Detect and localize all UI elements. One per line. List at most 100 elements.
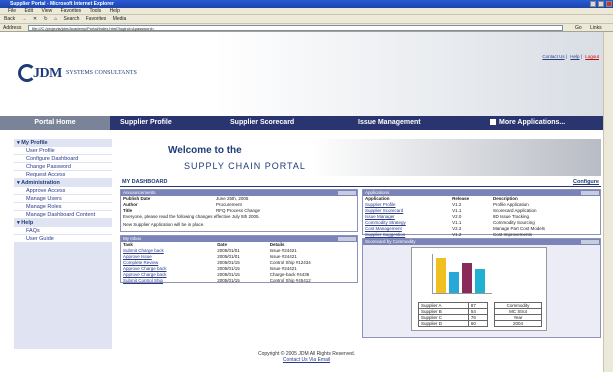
address-bar: Address file:///C:/projects/jdm/Academy/… [0, 24, 613, 32]
sidebar-item-manage-roles[interactable]: Manage Roles [14, 203, 112, 211]
bar-supplier-a [436, 258, 446, 293]
task-link[interactable]: Submit Control Ship [121, 278, 215, 284]
applications-table: Application Release Description Supplier P… [363, 196, 600, 238]
apps-icon [490, 119, 496, 126]
close-icon[interactable] [606, 1, 612, 7]
scrollbar[interactable] [603, 32, 613, 372]
menu-bar: File Edit View Favorites Tools Help [0, 8, 613, 15]
search-button[interactable]: Search [64, 16, 80, 22]
cell: 60 [467, 320, 489, 327]
sidebar-item-user-profile[interactable]: User Profile [14, 147, 112, 155]
go-button[interactable]: Go [575, 24, 582, 32]
table-row: 2004 [494, 320, 542, 327]
window-title-bar: Supplier Portal - Microsoft Internet Exp… [0, 0, 613, 8]
window-title: Supplier Portal - Microsoft Internet Exp… [10, 1, 114, 7]
chart-plot-area [432, 254, 492, 294]
address-input[interactable]: file:///C:/projects/jdm/Academy/Portal/i… [28, 25, 563, 31]
scorecard-legend: Supplier A 87 Supplier B 54 Supplier C 76 S… [418, 302, 489, 327]
welcome-line2: SUPPLY CHAIN PORTAL [184, 161, 306, 171]
media-button[interactable]: Media [113, 16, 127, 22]
sidebar-head-admin[interactable]: ▾ Administration [14, 179, 112, 187]
sidebar-item-change-password[interactable]: Change Password [14, 163, 112, 171]
divider [120, 186, 601, 187]
inbox-table: Task Date Details Submit Charge back 2005/0… [121, 242, 357, 284]
menu-edit[interactable]: Edit [24, 8, 33, 14]
panel-controls-icon[interactable] [338, 237, 356, 241]
logout-link[interactable]: Logout [585, 54, 599, 59]
menu-favorites[interactable]: Favorites [61, 8, 82, 14]
welcome-line1: Welcome to the [168, 145, 242, 156]
panel-title: Applications [365, 190, 390, 195]
dashboard-title: MY DASHBOARD [122, 179, 168, 185]
menu-tools[interactable]: Tools [89, 8, 101, 14]
menu-file[interactable]: File [8, 8, 16, 14]
applications-panel: Applications Application Release Descripti… [362, 189, 601, 238]
forward-icon[interactable]: → [22, 16, 27, 22]
panel-controls-icon[interactable] [581, 240, 599, 244]
browser-toolbar: Back → ✕ ↻ ⌂ Search Favorites Media [0, 15, 613, 24]
bar-supplier-c [462, 263, 472, 293]
cell: 2005/01/15 [217, 278, 240, 283]
scorecard-info: Commodity MC Strut Year 2004 [494, 302, 542, 327]
sidebar-head-label: Administration [21, 180, 60, 186]
tab-portal-home[interactable]: Portal Home [0, 116, 110, 130]
sidebar-head-profile[interactable]: ▾ My Profile [14, 139, 112, 147]
sidebar: ▾ My Profile User Profile Configure Dash… [14, 139, 112, 349]
panel-controls-icon[interactable] [338, 191, 356, 195]
announcement-text: New Supplier Application will be in plac… [123, 222, 205, 227]
sidebar-item-configure-dashboard[interactable]: Configure Dashboard [14, 155, 112, 163]
sidebar-head-help[interactable]: ▾ Help [14, 219, 112, 227]
sidebar-item-approve-access[interactable]: Approve Access [14, 187, 112, 195]
panel-controls-icon[interactable] [581, 191, 599, 195]
tab-more-applications[interactable]: More Applications... [490, 116, 565, 130]
panel-title: Scorecard by Commodity [365, 239, 416, 244]
panel-header: Announcements [121, 190, 357, 196]
sidebar-item-manage-users[interactable]: Manage Users [14, 195, 112, 203]
panel-header: Scorecard by Commodity [363, 239, 600, 245]
sidebar-item-user-guide[interactable]: User Guide [14, 235, 112, 243]
panel-header: My Inbox [121, 236, 357, 242]
sidebar-head-label: My Profile [21, 140, 48, 146]
scorecard-chart: Supplier A 87 Supplier B 54 Supplier C 76 S… [411, 247, 547, 331]
main-nav: Portal Home Supplier Profile Supplier Sc… [0, 116, 613, 130]
bar-supplier-d [475, 269, 485, 293]
maximize-icon[interactable] [598, 1, 604, 7]
scorecard-panel: Scorecard by Commodity Supplier A 87 Supp… [362, 238, 601, 338]
tab-supplier-scorecard[interactable]: Supplier Scorecard [230, 116, 294, 130]
company-logo: JDM SYSTEMS CONSULTANTS [18, 62, 148, 88]
stop-icon[interactable]: ✕ [33, 16, 37, 22]
tab-supplier-profile[interactable]: Supplier Profile [120, 116, 172, 130]
contact-us-link[interactable]: Contact Us [542, 54, 564, 59]
back-button[interactable]: Back [4, 16, 15, 22]
minimize-icon[interactable] [590, 1, 596, 7]
panel-header: Applications [363, 190, 600, 196]
main-content: Welcome to the SUPPLY CHAIN PORTAL MY DA… [116, 139, 601, 349]
menu-help[interactable]: Help [110, 8, 120, 14]
sidebar-head-label: Help [21, 220, 34, 226]
contact-email-link[interactable]: Contact Us Via Email [0, 357, 613, 363]
links-button[interactable]: Links [590, 24, 602, 32]
more-applications-label: More Applications... [499, 119, 566, 126]
refresh-icon[interactable]: ↻ [44, 16, 48, 22]
panel-title: Announcements [123, 190, 156, 195]
welcome-banner: Welcome to the SUPPLY CHAIN PORTAL [116, 139, 601, 176]
sidebar-item-request-access[interactable]: Request Access [14, 171, 112, 179]
logo-text: JDM [33, 66, 62, 81]
sidebar-item-faqs[interactable]: FAQs [14, 227, 112, 235]
portal-header: JDM SYSTEMS CONSULTANTS Contact Us | Hel… [0, 32, 613, 116]
home-icon[interactable]: ⌂ [54, 16, 57, 22]
menu-view[interactable]: View [41, 8, 52, 14]
inbox-panel: My Inbox Task Date Details Submit Charge b… [120, 235, 358, 283]
cell: Supplier D [418, 320, 469, 327]
cell: 2004 [494, 320, 542, 327]
tab-issue-management[interactable]: Issue Management [358, 116, 421, 130]
sidebar-item-manage-dashboard-content[interactable]: Manage Dashboard Content [14, 211, 112, 219]
cell: Control Ship #45412 [269, 278, 311, 283]
configure-link[interactable]: Configure [573, 179, 599, 185]
bar-supplier-b [449, 272, 459, 293]
favorites-button[interactable]: Favorites [86, 16, 107, 22]
address-label: Address [3, 25, 22, 31]
logo-subtitle: SYSTEMS CONSULTANTS [66, 70, 137, 76]
table-row: Submit Control Ship 2005/01/15 Control Shi… [121, 278, 357, 284]
help-link[interactable]: Help [570, 54, 579, 59]
